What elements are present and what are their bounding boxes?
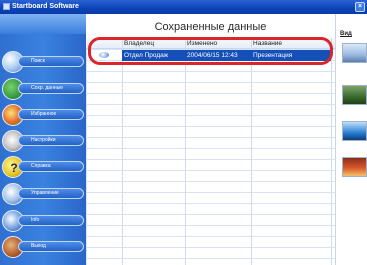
sidebar-item-label: Выход bbox=[18, 241, 84, 252]
sidebar-item-label: Настройки bbox=[18, 135, 84, 146]
page-title: Сохраненные данные bbox=[154, 21, 267, 33]
grid-divider bbox=[331, 38, 332, 265]
thumbnail-sky[interactable] bbox=[342, 43, 367, 63]
sidebar-item-label: Избранное bbox=[18, 109, 84, 120]
sidebar-item-info[interactable]: Info bbox=[2, 210, 84, 232]
sidebar-item-help[interactable]: ? Справка bbox=[2, 156, 84, 178]
sidebar-item-search[interactable]: Поиск bbox=[2, 51, 84, 73]
grid-divider bbox=[122, 38, 123, 265]
sidebar-item-label: Управление bbox=[18, 188, 84, 199]
sidebar: Поиск Сохр. данные Избранное Настройки ?… bbox=[0, 14, 86, 265]
app-icon bbox=[3, 3, 10, 10]
thumbnail-sunset[interactable] bbox=[342, 157, 367, 177]
sidebar-item-label: Сохр. данные bbox=[18, 83, 84, 94]
main-panel: Сохраненные данные Владелец Изменено Наз… bbox=[86, 14, 335, 265]
window-title: Startboard Software bbox=[12, 3, 79, 10]
sidebar-item-settings[interactable]: Настройки bbox=[2, 130, 84, 152]
thumbnail-sea[interactable] bbox=[342, 121, 367, 141]
sidebar-item-manage[interactable]: Управление bbox=[2, 183, 84, 205]
sidebar-header bbox=[0, 14, 86, 34]
sidebar-item-exit[interactable]: Выход bbox=[2, 236, 84, 258]
data-grid[interactable] bbox=[86, 38, 335, 265]
thumbnail-forest[interactable] bbox=[342, 85, 367, 105]
grid-divider bbox=[251, 38, 252, 265]
title-bar: Startboard Software × bbox=[0, 0, 367, 14]
sidebar-item-saved-data[interactable]: Сохр. данные bbox=[2, 78, 84, 100]
sidebar-item-favorites[interactable]: Избранное bbox=[2, 104, 84, 126]
view-label[interactable]: Вид bbox=[340, 31, 352, 37]
highlight-annotation bbox=[88, 37, 333, 65]
sidebar-item-label: Поиск bbox=[18, 56, 84, 67]
close-icon[interactable]: × bbox=[355, 2, 365, 12]
sidebar-item-label: Info bbox=[18, 215, 84, 226]
grid-divider bbox=[185, 38, 186, 265]
sidebar-item-label: Справка bbox=[18, 161, 84, 172]
